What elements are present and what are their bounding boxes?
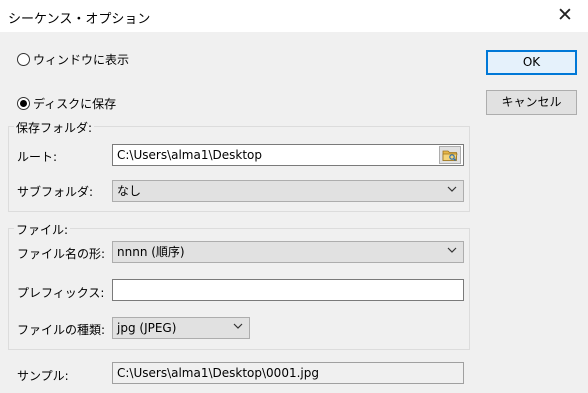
subfolder-label: サブフォルダ:: [17, 185, 94, 199]
show-in-window-option[interactable]: ウィンドウに表示: [17, 51, 129, 68]
sample-label: サンプル:: [17, 369, 69, 383]
file-type-value: jpg (JPEG): [117, 321, 177, 335]
show-in-window-label: ウィンドウに表示: [33, 53, 130, 67]
close-icon[interactable]: ✕: [542, 0, 588, 32]
folder-browse-icon: [442, 150, 458, 161]
chevron-down-icon: [447, 186, 457, 192]
show-in-window-radio[interactable]: [17, 53, 30, 66]
ok-button[interactable]: OK: [486, 50, 577, 75]
save-to-disk-option[interactable]: ディスクに保存: [17, 95, 116, 112]
file-name-format-label: ファイル名の形:: [17, 247, 106, 261]
file-name-format-select[interactable]: nnnn (順序): [112, 241, 464, 263]
file-type-select[interactable]: jpg (JPEG): [112, 317, 250, 339]
sample-path-value: C:\Users\alma1\Desktop\0001.jpg: [117, 366, 319, 380]
root-label: ルート:: [17, 150, 58, 164]
prefix-input[interactable]: [112, 279, 464, 301]
root-path-input[interactable]: C:\Users\alma1\Desktop: [112, 144, 464, 166]
save-to-disk-label: ディスクに保存: [33, 97, 117, 111]
file-group-title: ファイル:: [14, 221, 71, 238]
prefix-label: プレフィックス:: [17, 286, 105, 300]
chevron-down-icon: [233, 323, 243, 329]
save-to-disk-radio[interactable]: [17, 97, 30, 110]
subfolder-value: なし: [117, 184, 142, 198]
save-folder-group-title: 保存フォルダ:: [14, 119, 95, 136]
sample-path-field: C:\Users\alma1\Desktop\0001.jpg: [112, 362, 464, 384]
title-bar: シーケンス・オプション ✕: [0, 0, 588, 32]
subfolder-select[interactable]: なし: [112, 180, 464, 202]
file-type-label: ファイルの種類:: [17, 323, 106, 337]
window-title: シーケンス・オプション: [8, 12, 151, 27]
browse-button[interactable]: [439, 146, 461, 164]
root-path-value: C:\Users\alma1\Desktop: [117, 148, 263, 162]
chevron-down-icon: [447, 247, 457, 253]
cancel-button[interactable]: キャンセル: [486, 90, 577, 115]
file-name-format-value: nnnn (順序): [117, 245, 185, 259]
